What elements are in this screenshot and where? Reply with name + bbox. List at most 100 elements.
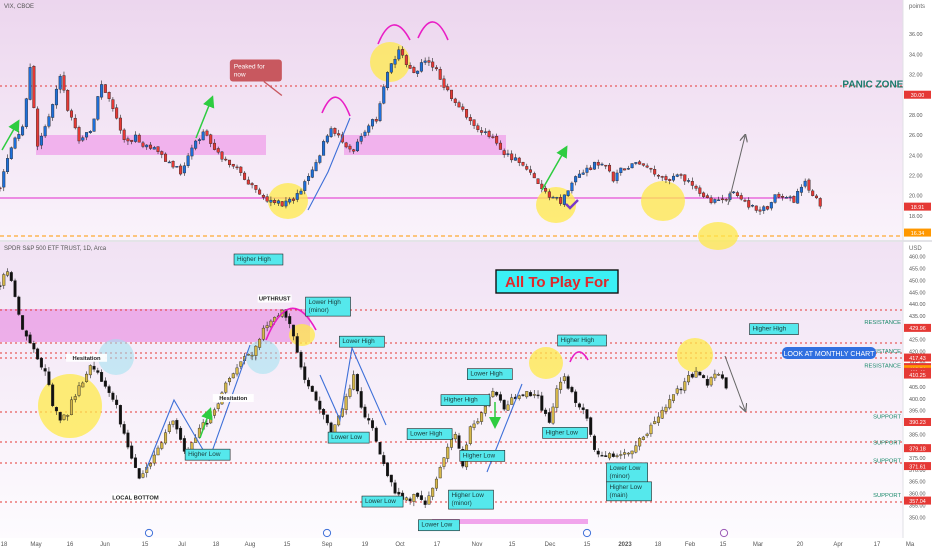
time-tick-label: Jul <box>178 542 186 548</box>
candle-body <box>555 197 559 199</box>
candle-body <box>656 416 660 423</box>
candle-body <box>517 395 521 399</box>
candle-body <box>122 424 126 434</box>
time-tick-label: 17 <box>434 542 441 548</box>
candle-body <box>224 158 228 161</box>
candle-body <box>39 357 43 368</box>
panic-zone-label: PANIC ZONE <box>842 80 903 91</box>
candle-body <box>623 452 627 455</box>
candle-body <box>807 179 811 191</box>
candle-body <box>626 452 630 455</box>
candle-body <box>269 199 273 203</box>
candle-body <box>96 370 100 373</box>
candle-body <box>269 320 273 327</box>
candle-body <box>446 446 450 459</box>
candle-body <box>145 144 149 148</box>
annotation: Higher Low (main) <box>606 481 652 502</box>
time-tick-label: 18 <box>213 542 220 548</box>
candle-body <box>577 403 581 408</box>
candle-body <box>679 388 683 391</box>
time-tick-label: 15 <box>142 542 149 548</box>
candle-body <box>291 198 295 201</box>
candle-body <box>130 139 134 142</box>
candle-body <box>683 174 687 182</box>
price-badge-label: 379.18 <box>909 446 926 452</box>
candle-body <box>81 137 85 141</box>
spy-title: SPDR S&P 500 ETF TRUST, 1D, Arca <box>4 246 107 252</box>
price-badge: 429.96 <box>904 323 931 332</box>
spy-candle <box>179 426 183 441</box>
candle-body <box>179 427 183 440</box>
price-tick-label: 26.00 <box>909 133 923 139</box>
vix-highlight-low-dec <box>536 187 576 223</box>
candle-body <box>634 162 638 164</box>
price-badge-label: 357.04 <box>909 499 926 505</box>
candle-body <box>21 126 25 136</box>
time-tick-label: 15 <box>509 542 516 548</box>
price-badge-label: 390.23 <box>909 420 926 426</box>
candle-body <box>803 180 807 187</box>
price-tick-label: 450.00 <box>909 278 926 284</box>
candle-body <box>325 414 329 424</box>
candle-body <box>303 181 307 191</box>
candle-body <box>77 127 81 142</box>
time-tick-label: Mar <box>753 542 763 548</box>
candle-body <box>141 142 145 147</box>
vix-candle <box>773 194 777 204</box>
candle-body <box>751 205 755 207</box>
candle-body <box>382 455 386 465</box>
candle-body <box>615 455 619 457</box>
candle-body <box>739 195 743 200</box>
candle-body <box>784 197 788 199</box>
candle-body <box>600 163 604 166</box>
time-tick-label: May <box>30 542 41 548</box>
candle-body <box>698 187 702 194</box>
annotation: Lower Low <box>361 495 404 508</box>
level-label: SUPPORT <box>873 440 901 446</box>
annotation-text: Hesitation <box>73 356 101 362</box>
candle-body <box>220 151 224 160</box>
price-tick-label: 350.00 <box>909 515 926 521</box>
candle-body <box>472 119 476 126</box>
vix-candle <box>382 84 386 105</box>
candle-body <box>9 147 13 159</box>
candle-body <box>668 179 672 181</box>
candle-body <box>231 163 235 167</box>
candle-body <box>167 424 171 432</box>
price-tick-label: 28.00 <box>909 113 923 119</box>
candle-body <box>796 191 800 204</box>
candle-body <box>502 399 506 410</box>
candle-body <box>431 61 435 68</box>
vix-candle <box>32 65 36 109</box>
level-label: RESISTANCE <box>864 363 901 369</box>
candle-body <box>69 110 73 118</box>
candle-body <box>630 450 634 455</box>
candle-body <box>773 194 777 203</box>
candle-body <box>24 98 28 127</box>
candle-body <box>66 90 70 111</box>
candle-body <box>397 491 401 495</box>
candle-body <box>641 436 645 440</box>
candle-body <box>634 445 638 453</box>
annotation: Lower Low <box>418 519 460 532</box>
candle-body <box>615 172 619 181</box>
vix-candle <box>77 125 81 144</box>
candle-body <box>261 195 265 198</box>
candle-body <box>638 161 642 165</box>
candle-body <box>186 155 190 166</box>
candle-body <box>156 447 160 456</box>
candle-body <box>258 338 262 348</box>
vix-pane-background <box>0 0 903 240</box>
candle-body <box>21 315 25 330</box>
candle-body <box>427 495 431 505</box>
price-badge: 371.61 <box>904 462 931 470</box>
candle-body <box>36 108 40 147</box>
vix-candle <box>13 136 17 150</box>
candle-body <box>702 192 706 197</box>
candle-body <box>133 134 137 142</box>
chart-canvas[interactable]: Peaked for nowPANIC ZONEHigher HighUPTHRU… <box>0 0 932 550</box>
candle-body <box>367 125 371 133</box>
price-tick-label: 455.00 <box>909 267 926 273</box>
candle-body <box>228 378 232 383</box>
time-tick-label: 16 <box>67 542 74 548</box>
